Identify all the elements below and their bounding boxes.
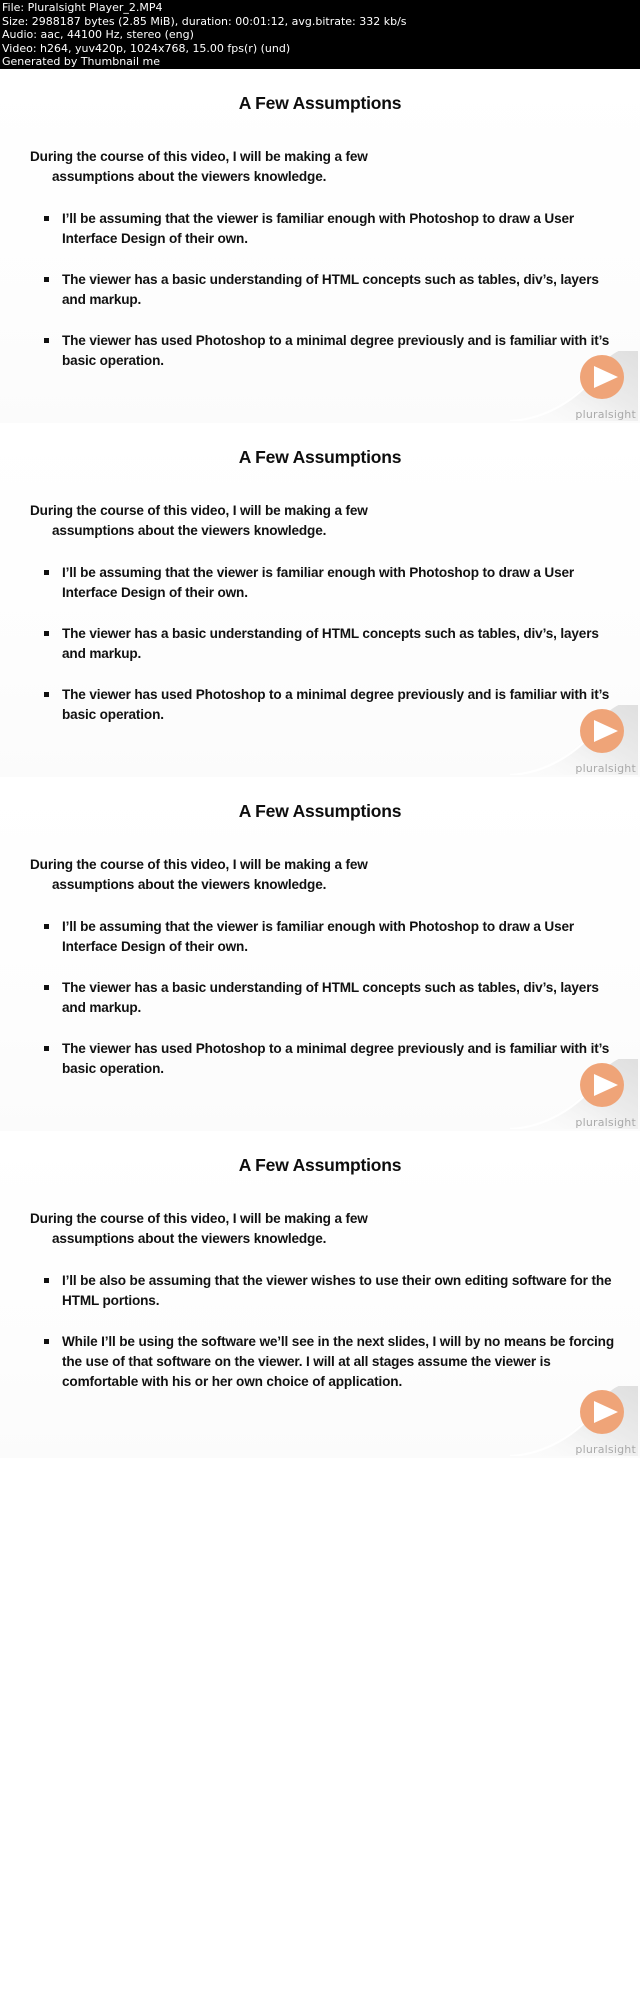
square-bullet-icon [44, 570, 49, 575]
slide-bullet-item: While I’ll be using the software we’ll s… [42, 1332, 618, 1392]
square-bullet-icon [44, 924, 49, 929]
thumbnail-frame[interactable]: A Few Assumptions During the course of th… [0, 777, 640, 1131]
thumbnail-contact-sheet: File: Pluralsight Player_2.MP4 Size: 298… [0, 0, 640, 1458]
square-bullet-icon [44, 1278, 49, 1283]
slide-title: A Few Assumptions [238, 1155, 402, 1175]
slide-body: During the course of this video, I will … [0, 1209, 640, 1392]
slide-bullet-text: The viewer has used Photoshop to a minim… [62, 1041, 610, 1076]
slide-bullet-item: I’ll be assuming that the viewer is fami… [42, 917, 618, 957]
slide-lead-line-1: During the course of this video, I will … [30, 857, 368, 872]
slide-bottom-padding [0, 371, 640, 423]
pluralsight-wordmark: pluralsight [575, 1443, 636, 1456]
slide-bullet-item: I’ll be assuming that the viewer is fami… [42, 563, 618, 603]
slide-bullet-text: The viewer has a basic understanding of … [62, 626, 599, 661]
presentation-slide: A Few Assumptions During the course of th… [0, 1131, 640, 1458]
slide-bullet-text: I’ll be assuming that the viewer is fami… [62, 565, 575, 600]
slide-lead-paragraph: During the course of this video, I will … [30, 1209, 618, 1249]
thumbnail-frame[interactable]: A Few Assumptions During the course of th… [0, 69, 640, 423]
slide-bullet-text: I’ll be assuming that the viewer is fami… [62, 211, 575, 246]
square-bullet-icon [44, 277, 49, 282]
slide-bottom-padding [0, 1392, 640, 1458]
metadata-generator-line: Generated by Thumbnail me [2, 55, 161, 68]
slide-bullet-list: I’ll be assuming that the viewer is fami… [30, 917, 618, 1079]
presentation-slide: A Few Assumptions During the course of th… [0, 777, 640, 1131]
thumbnail-frame[interactable]: A Few Assumptions During the course of th… [0, 423, 640, 777]
slide-lead-line-1: During the course of this video, I will … [30, 1211, 368, 1226]
square-bullet-icon [44, 216, 49, 221]
metadata-file-line: File: Pluralsight Player_2.MP4 [2, 1, 163, 14]
square-bullet-icon [44, 1339, 49, 1344]
slide-bullet-item: I’ll be also be assuming that the viewer… [42, 1271, 618, 1311]
slide-bullet-text: While I’ll be using the software we’ll s… [62, 1334, 614, 1389]
slide-bullet-item: The viewer has used Photoshop to a minim… [42, 685, 618, 725]
slide-bullet-text: The viewer has a basic understanding of … [62, 272, 599, 307]
square-bullet-icon [44, 1046, 49, 1051]
slide-lead-paragraph: During the course of this video, I will … [30, 147, 618, 187]
square-bullet-icon [44, 692, 49, 697]
slide-bullet-text: The viewer has used Photoshop to a minim… [62, 687, 610, 722]
slide-bullet-text: I’ll be also be assuming that the viewer… [62, 1273, 612, 1308]
square-bullet-icon [44, 631, 49, 636]
slide-bullet-list: I’ll be also be assuming that the viewer… [30, 1271, 618, 1392]
slide-body: During the course of this video, I will … [0, 501, 640, 725]
slide-bullet-list: I’ll be assuming that the viewer is fami… [30, 209, 618, 371]
slide-lead-line-1: During the course of this video, I will … [30, 503, 368, 518]
slide-bullet-text: The viewer has a basic understanding of … [62, 980, 599, 1015]
pluralsight-wordmark: pluralsight [575, 1116, 636, 1129]
pluralsight-wordmark: pluralsight [575, 762, 636, 775]
slide-bullet-item: The viewer has used Photoshop to a minim… [42, 1039, 618, 1079]
thumbnail-frame-list: A Few Assumptions During the course of th… [0, 69, 640, 1458]
metadata-audio-line: Audio: aac, 44100 Hz, stereo (eng) [2, 28, 194, 41]
pluralsight-wordmark: pluralsight [575, 408, 636, 421]
presentation-slide: A Few Assumptions During the course of th… [0, 69, 640, 423]
slide-title: A Few Assumptions [238, 447, 402, 467]
slide-lead-line-2: assumptions about the viewers knowledge. [52, 169, 327, 184]
presentation-slide: A Few Assumptions During the course of th… [0, 423, 640, 777]
video-metadata-header: File: Pluralsight Player_2.MP4 Size: 298… [0, 0, 640, 69]
slide-lead-paragraph: During the course of this video, I will … [30, 855, 618, 895]
slide-bullet-item: The viewer has a basic understanding of … [42, 270, 618, 310]
slide-bullet-list: I’ll be assuming that the viewer is fami… [30, 563, 618, 725]
slide-bullet-text: I’ll be assuming that the viewer is fami… [62, 919, 575, 954]
slide-title: A Few Assumptions [238, 801, 402, 821]
slide-bullet-item: The viewer has a basic understanding of … [42, 624, 618, 664]
metadata-size-line: Size: 2988187 bytes (2.85 MiB), duration… [2, 14, 407, 28]
slide-title: A Few Assumptions [238, 93, 402, 113]
slide-body: During the course of this video, I will … [0, 147, 640, 371]
slide-bullet-item: I’ll be assuming that the viewer is fami… [42, 209, 618, 249]
square-bullet-icon [44, 338, 49, 343]
slide-bullet-item: The viewer has a basic understanding of … [42, 978, 618, 1018]
slide-lead-paragraph: During the course of this video, I will … [30, 501, 618, 541]
slide-lead-line-2: assumptions about the viewers knowledge. [52, 523, 327, 538]
slide-lead-line-1: During the course of this video, I will … [30, 149, 368, 164]
slide-bullet-item: The viewer has used Photoshop to a minim… [42, 331, 618, 371]
square-bullet-icon [44, 985, 49, 990]
slide-lead-line-2: assumptions about the viewers knowledge. [52, 877, 327, 892]
slide-lead-line-2: assumptions about the viewers knowledge. [52, 1231, 327, 1246]
slide-bottom-padding [0, 725, 640, 777]
metadata-video-line: Video: h264, yuv420p, 1024x768, 15.00 fp… [2, 41, 291, 55]
slide-body: During the course of this video, I will … [0, 855, 640, 1079]
slide-bullet-text: The viewer has used Photoshop to a minim… [62, 333, 610, 368]
thumbnail-frame[interactable]: A Few Assumptions During the course of th… [0, 1131, 640, 1458]
slide-bottom-padding [0, 1079, 640, 1131]
